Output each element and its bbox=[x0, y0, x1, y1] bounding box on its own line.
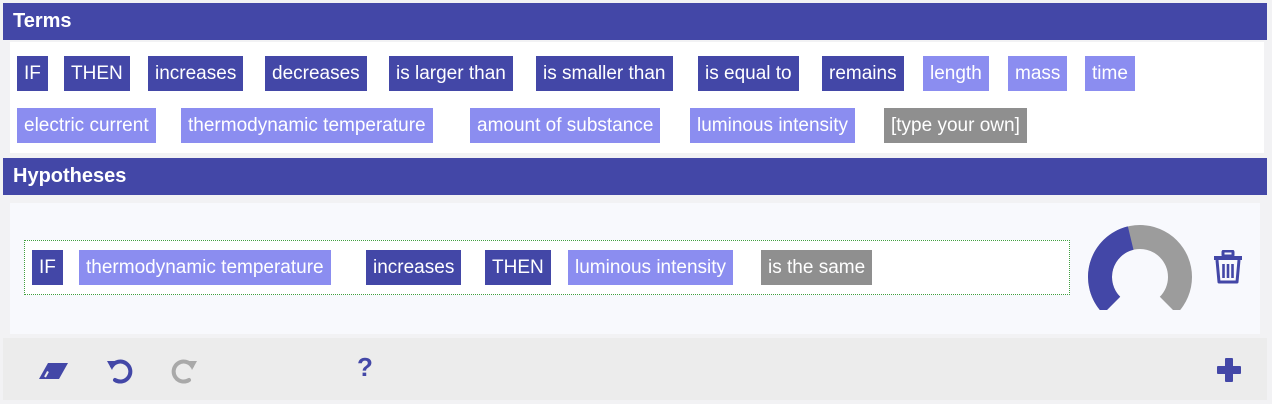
term-chip-decreases[interactable]: decreases bbox=[265, 56, 367, 91]
term-chip-thermodynamic-temperature[interactable]: thermodynamic temperature bbox=[181, 108, 433, 143]
completion-gauge-fill bbox=[1088, 226, 1134, 310]
term-chip-electric-current[interactable]: electric current bbox=[17, 108, 156, 143]
term-chip-is-larger-than[interactable]: is larger than bbox=[389, 56, 513, 91]
term-chip-is-equal-to[interactable]: is equal to bbox=[698, 56, 799, 91]
hypothesis-chip-increases[interactable]: increases bbox=[366, 250, 462, 285]
hypothesis-chip-is-the-same[interactable]: is the same bbox=[761, 250, 873, 285]
hypotheses-header: Hypotheses bbox=[3, 158, 1267, 195]
hypothesis-chip-if[interactable]: IF bbox=[32, 250, 63, 285]
term-chip-then[interactable]: THEN bbox=[64, 56, 130, 91]
term-chip-amount-of-substance[interactable]: amount of substance bbox=[470, 108, 661, 143]
term-chip-type-your-own[interactable]: [type your own] bbox=[884, 108, 1027, 143]
term-chip-increases[interactable]: increases bbox=[148, 56, 244, 91]
completion-gauge bbox=[1088, 225, 1192, 310]
term-chip-is-smaller-than[interactable]: is smaller than bbox=[536, 56, 673, 91]
hypothesis-chip-then[interactable]: THEN bbox=[485, 250, 551, 285]
eraser-icon[interactable] bbox=[38, 355, 68, 385]
term-chip-if[interactable]: IF bbox=[17, 56, 48, 91]
hypothesis-chip-luminous-intensity[interactable]: luminous intensity bbox=[568, 250, 734, 285]
term-chip-length[interactable]: length bbox=[923, 56, 989, 91]
hypothesis-chip-thermodynamic-temperature[interactable]: thermodynamic temperature bbox=[79, 250, 331, 285]
term-chip-remains[interactable]: remains bbox=[822, 56, 904, 91]
undo-icon[interactable] bbox=[104, 355, 134, 385]
term-chip-luminous-intensity[interactable]: luminous intensity bbox=[690, 108, 856, 143]
term-chip-time[interactable]: time bbox=[1085, 56, 1135, 91]
add-icon[interactable] bbox=[1214, 355, 1244, 385]
terms-header: Terms bbox=[3, 3, 1267, 40]
trash-icon[interactable] bbox=[1212, 250, 1244, 284]
redo-icon[interactable] bbox=[170, 355, 200, 385]
term-chip-mass[interactable]: mass bbox=[1008, 56, 1068, 91]
help-icon[interactable]: ? bbox=[350, 352, 380, 382]
